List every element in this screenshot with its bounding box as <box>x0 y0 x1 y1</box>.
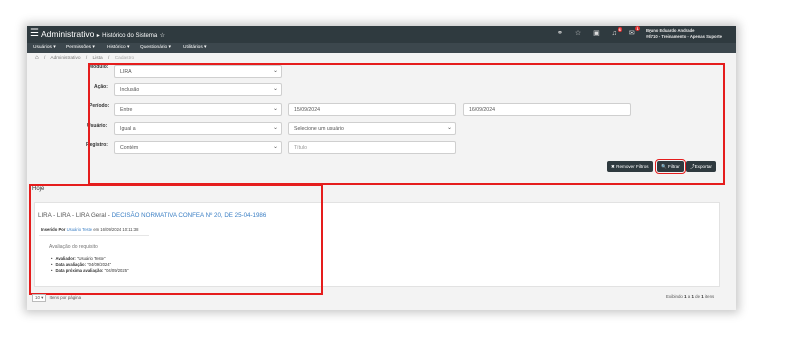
calendar-icon[interactable]: ▣ <box>593 29 600 37</box>
app-window: ☰ Administrativo ▸ Histórico do Sistema … <box>27 26 736 310</box>
page-subtitle: Histórico do Sistema <box>102 33 158 39</box>
user-info[interactable]: Bruno Eduardo Andrade #6710 - Treinament… <box>646 28 722 39</box>
top-bar: ☰ Administrativo ▸ Histórico do Sistema … <box>27 26 736 43</box>
nav-item-usuarios[interactable]: Usuários ▾ <box>33 45 56 50</box>
nav-item-questionario[interactable]: Questionário ▾ <box>140 45 171 50</box>
nav-item-historico[interactable]: Histórico ▾ <box>107 45 129 50</box>
page-title: Administrativo ▸ Histórico do Sistema ☆ <box>41 29 165 41</box>
mail-badge: 1 <box>635 26 640 31</box>
page-size-label: Itens por página <box>49 295 82 300</box>
nav-item-utilitarios[interactable]: Utilitários ▾ <box>183 45 206 50</box>
breadcrumb-cadastro: Cadastro <box>114 56 135 61</box>
bell-icon[interactable]: ♫ 6 <box>612 27 622 37</box>
breadcrumb-lista[interactable]: Lista <box>93 56 103 61</box>
star-icon[interactable]: ☆ <box>575 29 581 37</box>
breadcrumb: ⌂ / Administrativo / Lista / Cadastro <box>35 55 135 61</box>
page-size-control: 10 ▾ Itens por página <box>32 294 81 302</box>
module-title: Administrativo <box>41 29 95 39</box>
nav-bar: Usuários ▾ Permissões ▾ Histórico ▾ Ques… <box>27 43 736 53</box>
home-icon[interactable]: ⌂ <box>35 55 39 61</box>
result-highlight-box <box>29 184 323 295</box>
bell-badge: 6 <box>617 27 622 32</box>
pagination-info: Exibindo 1 a 1 de 1 itens <box>666 294 715 299</box>
page-size-select[interactable]: 10 ▾ <box>32 294 47 302</box>
mail-icon[interactable]: ✉ 1 <box>629 26 640 37</box>
user-role: #6710 - Treinamento - Apenas Suporte <box>646 33 722 39</box>
nav-item-permissoes[interactable]: Permissões ▾ <box>66 45 95 50</box>
title-arrow: ▸ <box>96 33 100 39</box>
breadcrumb-administrativo[interactable]: Administrativo <box>50 56 80 61</box>
filters-highlight-box <box>88 63 725 185</box>
hamburger-menu-icon[interactable]: ☰ <box>30 28 39 40</box>
network-icon[interactable]: ⚭ <box>557 29 563 37</box>
favorite-star-icon[interactable]: ☆ <box>160 33 165 39</box>
